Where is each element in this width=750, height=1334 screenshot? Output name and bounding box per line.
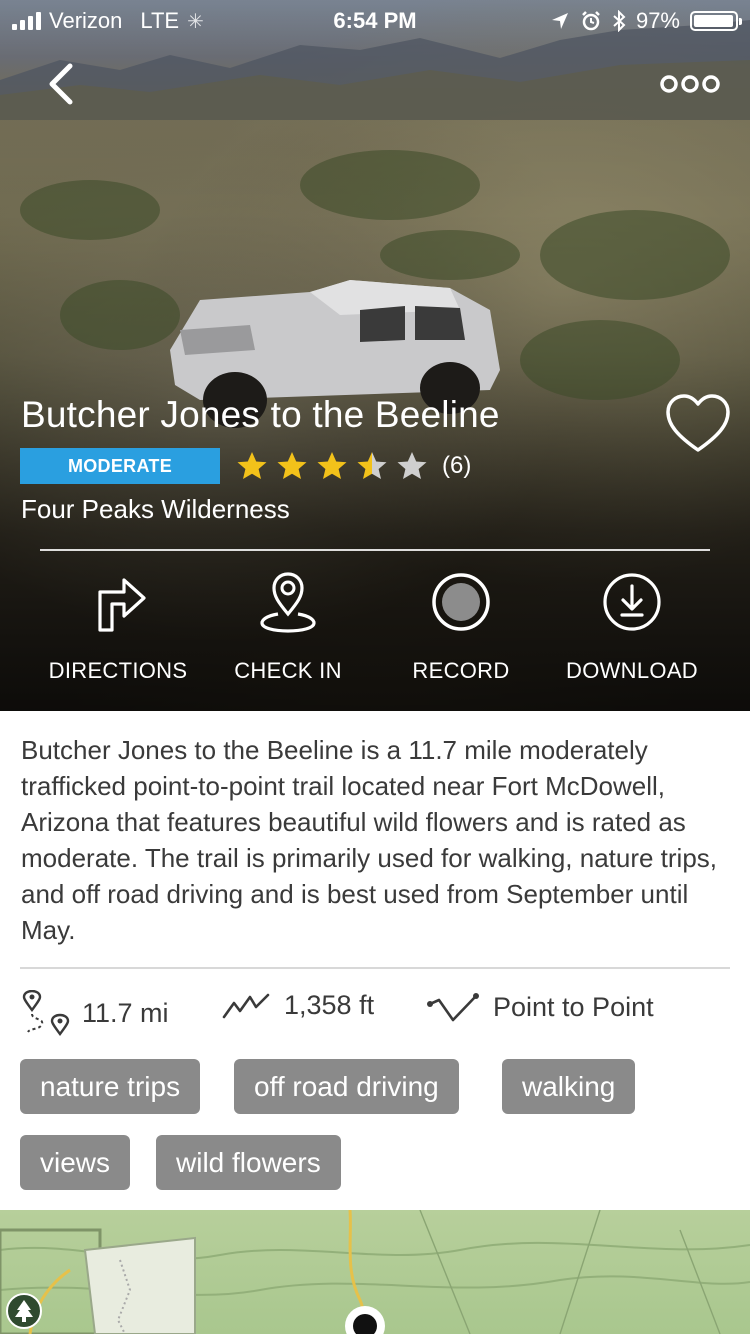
route-type-value: Point to Point (493, 991, 654, 1022)
section-divider (20, 967, 730, 969)
route-type-stat: Point to Point (425, 990, 654, 1024)
star-full-icon (277, 452, 307, 479)
battery-percent: 97% (635, 8, 680, 33)
tag-nature-trips[interactable]: nature trips (20, 1059, 201, 1114)
check-in-label: CHECK IN (234, 658, 342, 683)
directions-button[interactable]: DIRECTIONS (28, 570, 208, 684)
star-row (236, 450, 428, 482)
tag-wild-flowers[interactable]: wild flowers (156, 1135, 341, 1190)
elevation-stat: 1,358 ft (220, 990, 374, 1021)
bluetooth-icon (613, 10, 626, 32)
distance-value: 11.7 mi (82, 997, 169, 1028)
elevation-value: 1,358 ft (284, 990, 375, 1020)
trailhead-marker-icon[interactable] (342, 1302, 388, 1334)
chevron-left-icon[interactable] (40, 62, 84, 106)
status-bar: Verizon LTE ✳ 6:54 PM 97% (0, 0, 750, 40)
tag-views[interactable]: views (20, 1135, 131, 1190)
trail-area[interactable]: Four Peaks Wilderness (21, 494, 290, 525)
location-arrow-icon (551, 13, 568, 29)
trail-map-preview[interactable] (0, 1210, 750, 1334)
more-dots-icon[interactable] (660, 70, 720, 98)
map-tree-marker-icon[interactable] (5, 1292, 43, 1330)
desert-brush (300, 150, 480, 220)
directions-label: DIRECTIONS (48, 658, 188, 683)
hero-divider (40, 549, 710, 551)
trail-description: Butcher Jones to the Beeline is a 11.7 m… (21, 735, 718, 945)
download-label: DOWNLOAD (566, 658, 698, 683)
check-in-pin-icon (260, 572, 316, 633)
tag-walking[interactable]: walking (502, 1059, 636, 1114)
star-full-icon (237, 452, 267, 479)
review-count[interactable]: (6) (442, 452, 471, 480)
trail-stats: 11.7 mi 1,358 ft Point to Point (20, 990, 730, 1038)
route-distance-icon (22, 990, 70, 1036)
record-icon (432, 573, 490, 631)
star-full-icon (317, 452, 347, 479)
heart-outline-icon[interactable] (664, 392, 732, 456)
star-rating[interactable]: (6) (236, 450, 471, 482)
desert-brush (540, 210, 730, 300)
desert-brush (520, 320, 680, 400)
battery-icon (690, 11, 742, 31)
difficulty-badge: MODERATE (20, 448, 220, 484)
check-in-button[interactable]: CHECK IN (198, 570, 378, 684)
trail-title: Butcher Jones to the Beeline (21, 394, 500, 435)
star-half-icon (357, 452, 387, 479)
star-empty-icon (397, 452, 427, 479)
point-to-point-icon (427, 993, 479, 1022)
elevation-icon (222, 993, 270, 1018)
status-bar-right: 97% (550, 8, 742, 34)
alarm-icon (582, 11, 600, 31)
download-icon (603, 573, 661, 631)
record-button[interactable]: RECORD (371, 570, 551, 684)
tag-off-road-driving[interactable]: off road driving (234, 1059, 459, 1114)
download-button[interactable]: DOWNLOAD (542, 570, 722, 684)
desert-brush (20, 180, 160, 240)
record-label: RECORD (412, 658, 510, 683)
directions-icon (98, 578, 146, 632)
distance-stat: 11.7 mi (20, 990, 169, 1036)
battery-fill (694, 15, 733, 27)
